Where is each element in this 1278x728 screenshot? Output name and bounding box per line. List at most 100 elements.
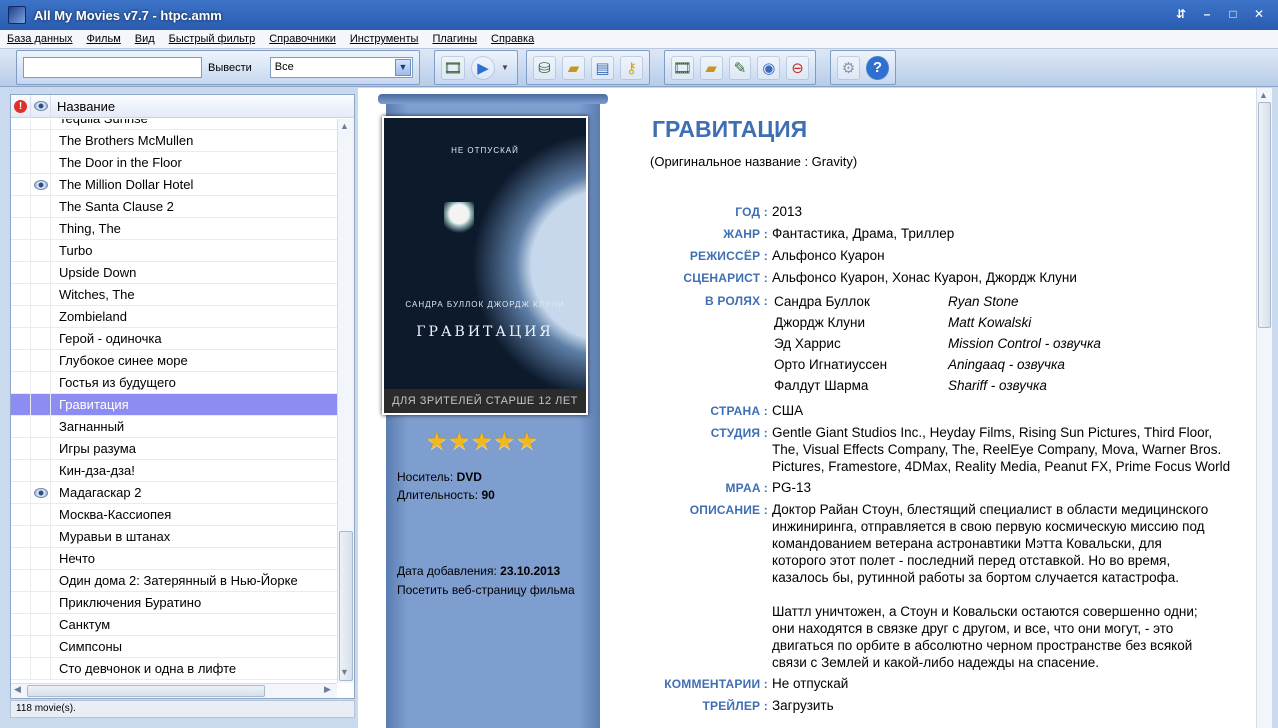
menu-quick-filter[interactable]: Быстрый фильтр xyxy=(162,33,263,45)
movie-search-icon[interactable]: 🎞 xyxy=(441,55,465,80)
scroll-down-icon[interactable]: ▼ xyxy=(340,667,349,677)
added-info: Дата добавления: 23.10.2013 xyxy=(397,564,560,578)
visit-webpage-link[interactable]: Посетить веб-страницу фильма xyxy=(397,583,575,597)
header-seen[interactable] xyxy=(31,94,51,118)
list-item[interactable]: The Santa Clause 2 xyxy=(11,195,337,218)
scroll-up-icon[interactable]: ▲ xyxy=(1259,90,1268,100)
rating-stars[interactable]: ★ ★ ★ ★ ★ xyxy=(426,430,538,454)
list-item[interactable]: Сто девчонок и одна в лифте xyxy=(11,657,337,680)
list-item[interactable]: The Million Dollar Hotel xyxy=(11,173,337,196)
scroll-right-icon[interactable]: ▶ xyxy=(324,684,331,695)
list-item-title: Upside Down xyxy=(59,265,137,280)
menu-help[interactable]: Справка xyxy=(484,33,541,45)
list-item[interactable]: The Door in the Floor xyxy=(11,151,337,174)
list-horizontal-scrollbar[interactable]: ◀ ▶ xyxy=(11,683,337,698)
close-button[interactable]: ✕ xyxy=(1248,5,1270,23)
menu-bar: База данных Фильм Вид Быстрый фильтр Спр… xyxy=(0,30,1278,49)
column-title[interactable]: Название xyxy=(51,99,115,114)
list-item-title: Witches, The xyxy=(59,287,135,302)
play-icon[interactable]: ▶ xyxy=(471,55,495,80)
movie-title: ГРАВИТАЦИЯ xyxy=(652,116,808,142)
menu-view[interactable]: Вид xyxy=(128,33,162,45)
header-warning[interactable]: ! xyxy=(11,94,31,118)
details-scrollbar[interactable]: ▲ xyxy=(1256,88,1272,728)
list-item-title: The Brothers McMullen xyxy=(59,133,194,148)
list-item[interactable]: Загнанный xyxy=(11,415,337,438)
star-icon[interactable]: ★ xyxy=(494,430,516,454)
scroll-left-icon[interactable]: ◀ xyxy=(14,684,21,695)
search-input[interactable] xyxy=(23,57,202,78)
chevron-down-icon[interactable]: ▼ xyxy=(501,63,509,72)
filter-group: Вывести Все ▼ xyxy=(16,50,420,85)
movie-folder-icon[interactable]: ▰ xyxy=(699,55,723,80)
movie-delete-icon[interactable]: ⊖ xyxy=(786,55,809,80)
row-flag-cell xyxy=(11,195,31,218)
description-line: которого этот полет - последний перед от… xyxy=(772,553,1171,568)
row-seen-cell xyxy=(31,613,51,636)
list-item[interactable]: Thing, The xyxy=(11,217,337,240)
duration-label: Длительность: xyxy=(397,488,479,502)
list-vertical-scrollbar[interactable]: ▲ ▼ xyxy=(337,119,354,683)
star-icon[interactable]: ★ xyxy=(471,430,493,454)
restore-icon[interactable]: ⇵ xyxy=(1170,5,1192,23)
list-item[interactable]: Глубокое синее море xyxy=(11,349,337,372)
list-item[interactable]: Witches, The xyxy=(11,283,337,306)
row-seen-cell xyxy=(31,503,51,526)
movie-poster[interactable]: НЕ ОТПУСКАЙ САНДРА БУЛЛОК ДЖОРДЖ КЛУНИ Г… xyxy=(382,116,588,415)
movie-camera-icon[interactable]: ◉ xyxy=(757,55,781,80)
list-item[interactable]: Приключения Буратино xyxy=(11,591,337,614)
cast-actor: Эд Харрис xyxy=(774,336,841,351)
list-item[interactable]: Герой - одиночка xyxy=(11,327,337,350)
star-icon[interactable]: ★ xyxy=(516,430,538,454)
list-item[interactable]: Гравитация xyxy=(11,393,337,416)
trailer-link[interactable]: Загрузить xyxy=(772,697,834,714)
row-seen-cell xyxy=(31,415,51,438)
scroll-up-icon[interactable]: ▲ xyxy=(340,121,349,131)
server-icon[interactable]: ▤ xyxy=(591,55,614,80)
list-item[interactable]: Upside Down xyxy=(11,261,337,284)
maximize-button[interactable]: □ xyxy=(1222,5,1244,23)
genre-label: ЖАНР : xyxy=(723,227,768,241)
list-item[interactable]: The Brothers McMullen xyxy=(11,129,337,152)
menu-database[interactable]: База данных xyxy=(0,33,80,45)
details-scroll-thumb[interactable] xyxy=(1258,102,1271,328)
help-icon[interactable]: ? xyxy=(866,55,889,80)
list-item[interactable]: Кин-дза-дза! xyxy=(11,459,337,482)
list-vscroll-thumb[interactable] xyxy=(339,531,353,681)
list-item[interactable]: Гостья из будущего xyxy=(11,371,337,394)
minimize-button[interactable]: – xyxy=(1196,5,1218,23)
list-item[interactable]: Нечто xyxy=(11,547,337,570)
list-item[interactable]: Tequila Sunrise xyxy=(11,119,337,130)
movie-edit-icon[interactable]: ✎ xyxy=(728,55,752,80)
chevron-down-icon[interactable]: ▼ xyxy=(395,59,411,76)
list-item[interactable]: Один дома 2: Затерянный в Нью-Йорке xyxy=(11,569,337,592)
poster-column: НЕ ОТПУСКАЙ САНДРА БУЛЛОК ДЖОРДЖ КЛУНИ Г… xyxy=(378,94,608,728)
database-add-icon[interactable]: ⛁ xyxy=(533,55,556,80)
movie-add-icon[interactable]: 🎞 xyxy=(671,55,694,80)
list-item[interactable]: Zombieland xyxy=(11,305,337,328)
list-item[interactable]: Симпсоны xyxy=(11,635,337,658)
filter-select[interactable]: Все ▼ xyxy=(269,57,413,78)
list-item[interactable]: Муравьи в штанах xyxy=(11,525,337,548)
list-item[interactable]: Игры разума xyxy=(11,437,337,460)
list-item[interactable]: Turbo xyxy=(11,239,337,262)
gear-icon[interactable]: ⚙ xyxy=(837,55,860,80)
menu-tools[interactable]: Инструменты xyxy=(343,33,426,45)
list-item[interactable]: Санктум xyxy=(11,613,337,636)
row-seen-cell xyxy=(31,173,51,196)
description-label: ОПИСАНИЕ : xyxy=(689,503,768,517)
key-icon[interactable]: ⚷ xyxy=(620,55,643,80)
menu-movie[interactable]: Фильм xyxy=(80,33,128,45)
star-icon[interactable]: ★ xyxy=(449,430,471,454)
list-item[interactable]: Москва-Кассиопея xyxy=(11,503,337,526)
folder-open-icon[interactable]: ▰ xyxy=(562,55,585,80)
poster-age-rating: ДЛЯ ЗРИТЕЛЕЙ СТАРШЕ 12 ЛЕТ xyxy=(384,389,586,413)
star-icon[interactable]: ★ xyxy=(426,430,448,454)
list-hscroll-thumb[interactable] xyxy=(27,685,265,697)
list-item[interactable]: Мадагаскар 2 xyxy=(11,481,337,504)
menu-references[interactable]: Справочники xyxy=(262,33,343,45)
duration-value: 90 xyxy=(481,488,495,502)
cast-actor: Сандра Буллок xyxy=(774,294,870,309)
menu-plugins[interactable]: Плагины xyxy=(425,33,484,45)
row-seen-cell xyxy=(31,261,51,284)
